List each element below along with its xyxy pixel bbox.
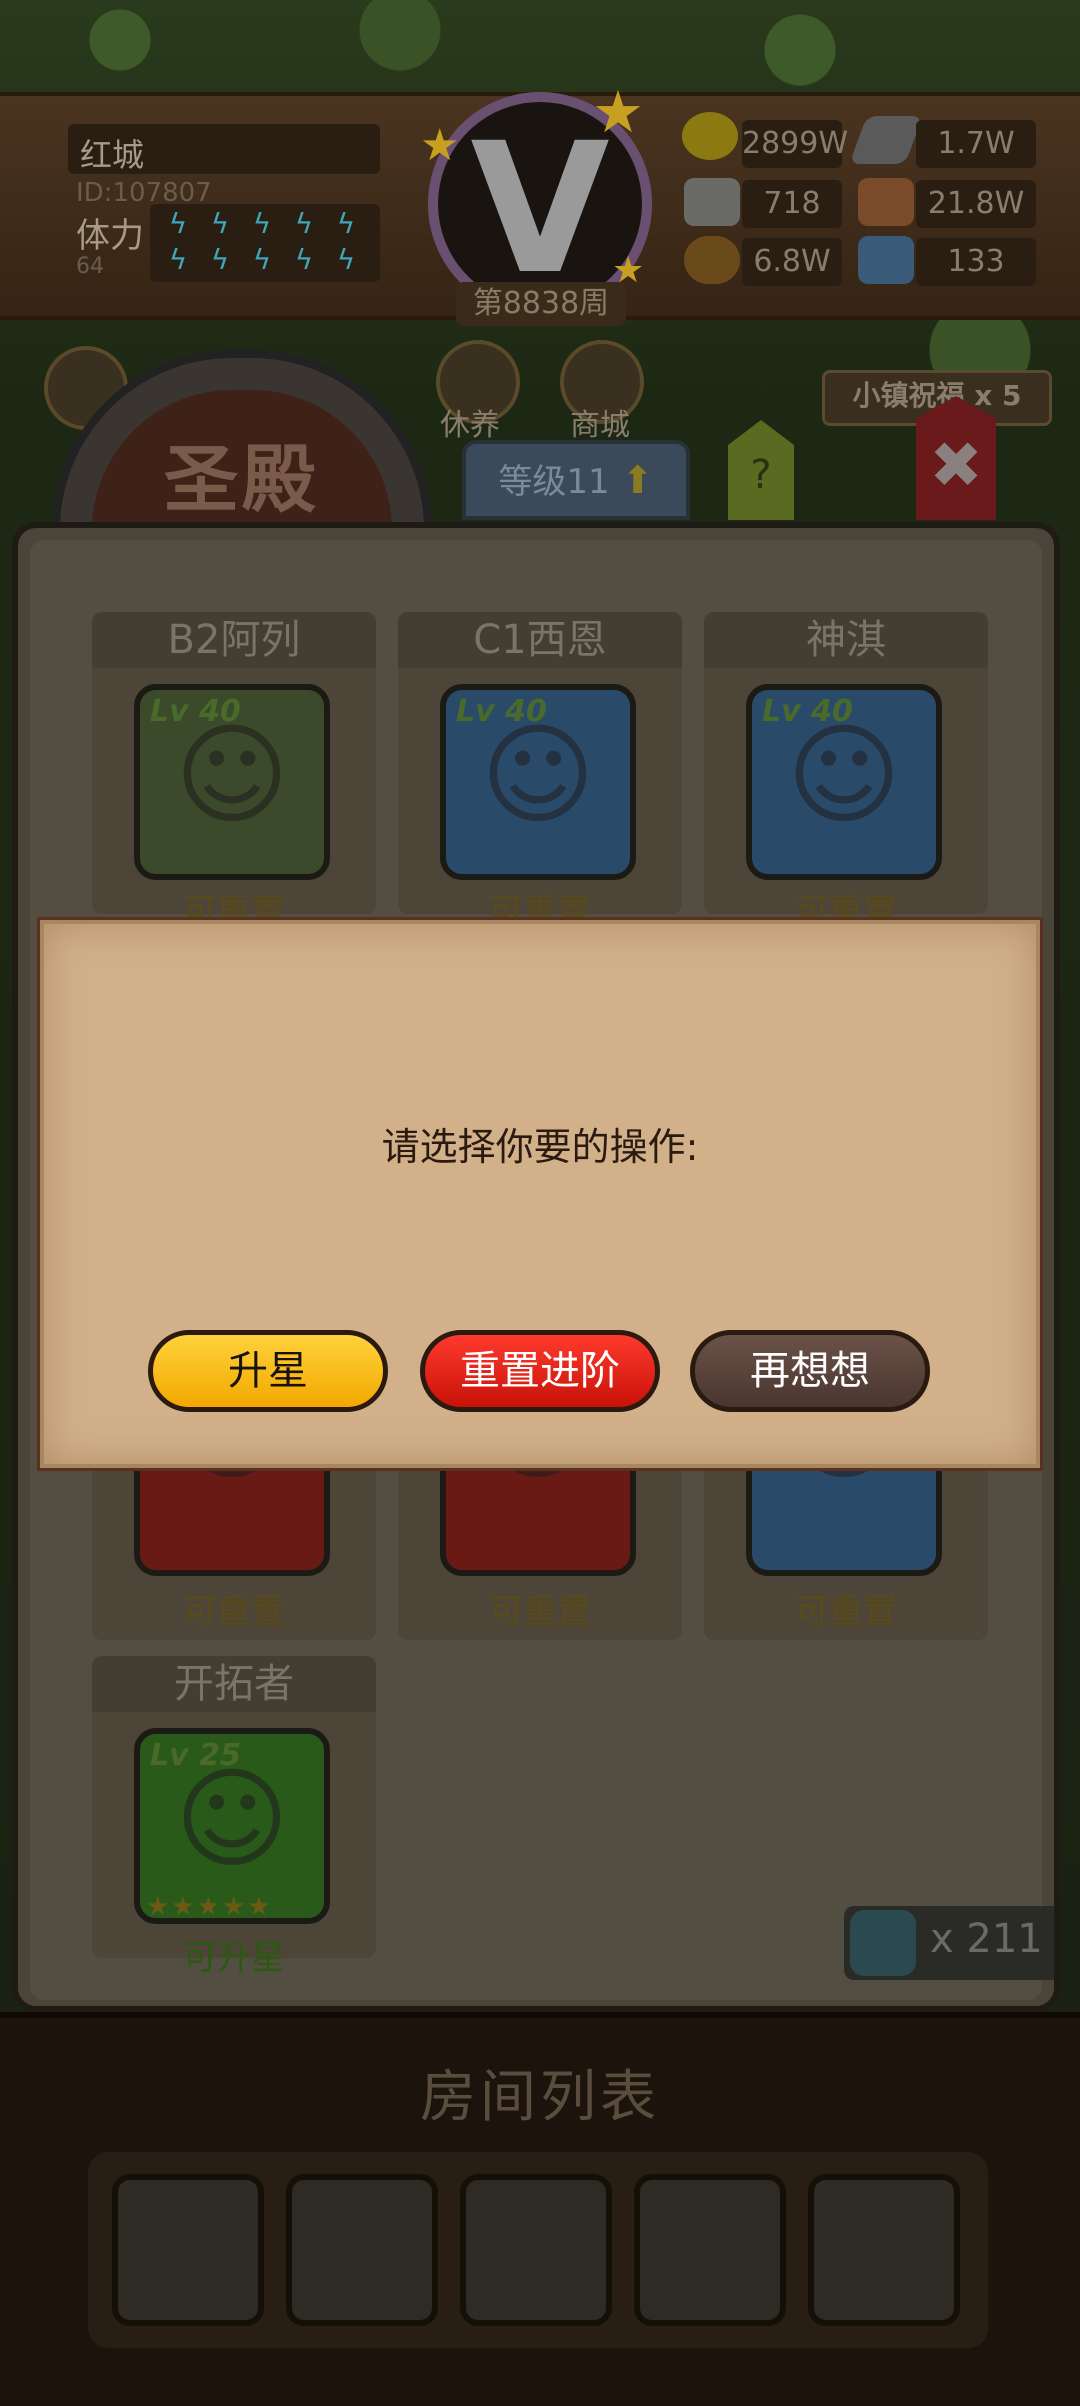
stamina-bolt-icon: ϟ — [168, 243, 188, 276]
close-button[interactable]: ✖ — [916, 396, 996, 520]
star-decoration-icon: ★ — [420, 120, 460, 171]
leather-icon — [858, 178, 914, 226]
stamina-bolt-icon: ϟ — [336, 243, 356, 276]
hero-name: B2阿列 — [92, 612, 376, 668]
rest-label[interactable]: 休养 — [440, 400, 500, 444]
hero-portrait[interactable]: Lv 40 ☺ — [440, 684, 636, 880]
stamina-label: 体力 — [76, 216, 144, 256]
hero-portrait[interactable]: Lv 40 ☺ — [134, 684, 330, 880]
hero-status: 可升星 — [183, 1938, 285, 1978]
iron-value: 1.7W — [916, 120, 1036, 168]
hero-name: C1西恩 — [398, 612, 682, 668]
level-upgrade-tab[interactable]: 等级11 ⬆ — [462, 440, 690, 520]
star-decoration-icon: ★ — [592, 78, 644, 146]
room-slot[interactable] — [286, 2174, 438, 2326]
crystal-count: x 211 — [930, 1916, 1043, 1962]
stamina-bolt-icon: ϟ — [168, 207, 188, 240]
stone-value: 718 — [742, 180, 842, 228]
hero-status: 可重置 — [795, 1592, 897, 1632]
gold-value: 2899W — [742, 120, 848, 168]
hero-status: 可重置 — [183, 1592, 285, 1632]
room-slot[interactable] — [112, 2174, 264, 2326]
room-slot[interactable] — [634, 2174, 786, 2326]
room-slot[interactable] — [808, 2174, 960, 2326]
stamina-bolt-icon: ϟ — [252, 243, 272, 276]
hero-portrait[interactable]: Lv 40 ☺ — [746, 684, 942, 880]
hero-name: 开拓者 — [92, 1656, 376, 1712]
stamina-bolt-icon: ϟ — [210, 207, 230, 240]
hero-stars-icon: ★★★★★ — [146, 1892, 273, 1922]
gold-coin-icon — [682, 112, 738, 160]
hero-status: 可重置 — [489, 1592, 591, 1632]
wood-log-icon — [684, 236, 740, 284]
stamina-bolts: ϟϟϟϟϟϟϟϟϟϟ — [150, 204, 380, 282]
stamina-bolt-icon: ϟ — [336, 207, 356, 240]
dialog-message: 请选择你要的操作: — [381, 1125, 699, 1169]
player-name: 红城 — [80, 136, 145, 174]
cancel-button[interactable]: 再想想 — [690, 1330, 930, 1412]
stamina-bolt-icon: ϟ — [210, 243, 230, 276]
hero-level: Lv 40 — [456, 694, 547, 729]
leather-value: 21.8W — [916, 180, 1036, 228]
stone-icon — [684, 178, 740, 226]
shop-label[interactable]: 商城 — [570, 400, 630, 444]
level-label: 等级11 — [498, 462, 610, 502]
stamina-value: 64 — [76, 254, 104, 279]
building-title: 圣殿 — [164, 437, 320, 523]
stamina-bolt-icon: ϟ — [294, 243, 314, 276]
hero-level: Lv 25 — [150, 1738, 241, 1773]
stamina-bolt-icon: ϟ — [252, 207, 272, 240]
wood-value: 6.8W — [742, 238, 842, 286]
hero-level: Lv 40 — [762, 694, 853, 729]
room-slot[interactable] — [460, 2174, 612, 2326]
stamina-bolt-icon: ϟ — [294, 207, 314, 240]
week-badge: 第8838周 — [456, 282, 626, 326]
reset-advance-button[interactable]: 重置进阶 — [420, 1330, 660, 1412]
hero-level: Lv 40 — [150, 694, 241, 729]
crystal-ore-value: 133 — [916, 238, 1036, 286]
hero-name: 神淇 — [704, 612, 988, 668]
crystal-eye-icon — [850, 1910, 916, 1976]
star-up-button[interactable]: 升星 — [148, 1330, 388, 1412]
arrow-up-icon: ⬆ — [609, 458, 654, 502]
room-list-title: 房间列表 — [420, 2065, 660, 2130]
crystal-ore-icon — [858, 236, 914, 284]
